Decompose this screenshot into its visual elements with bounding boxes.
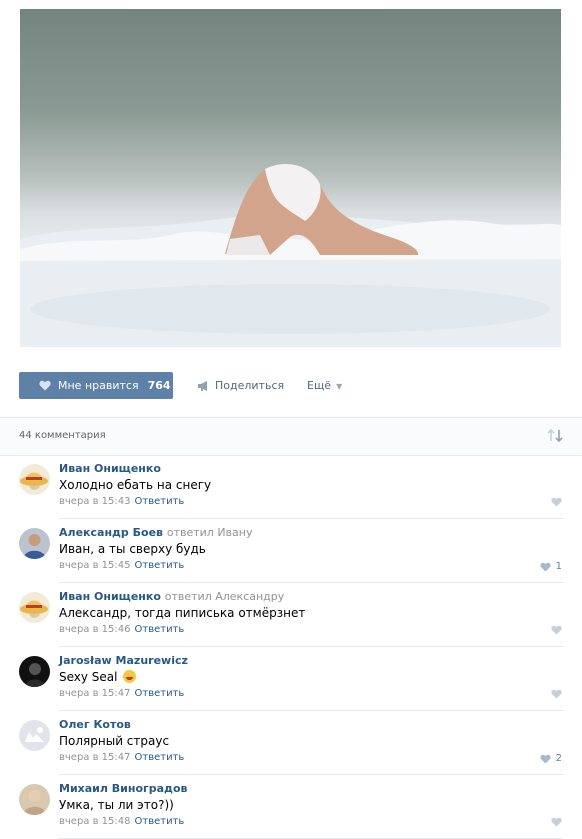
comment-like-button[interactable]: 1 — [540, 561, 562, 572]
megaphone-icon — [198, 380, 207, 391]
default-camera-avatar-icon — [19, 720, 50, 751]
reply-link[interactable]: Ответить — [135, 688, 185, 699]
person-avatar-icon — [19, 528, 50, 559]
like-label: Мне нравится — [58, 379, 139, 392]
share-label: Поделиться — [215, 379, 285, 392]
reply-link[interactable]: Ответить — [135, 560, 185, 571]
comment-like-button[interactable]: 2 — [540, 753, 562, 764]
straw-hat-avatar-icon — [19, 592, 50, 623]
comment-author[interactable]: Иван Онищенко — [59, 462, 161, 475]
comment-time[interactable]: вчера в 15:47 — [59, 688, 131, 699]
avatar[interactable] — [19, 464, 50, 495]
author-name[interactable]: Александр Боев — [59, 526, 163, 539]
avatar[interactable] — [19, 656, 50, 687]
comment-text-body: Sexy Seal — [59, 670, 118, 684]
comment-meta: вчера в 15:47 Ответить — [59, 688, 184, 699]
reply-link[interactable]: Ответить — [135, 624, 185, 635]
heart-icon — [39, 380, 51, 391]
heart-icon — [551, 817, 562, 827]
reply-link[interactable]: Ответить — [135, 496, 185, 507]
heart-icon — [551, 689, 562, 699]
avatar[interactable] — [19, 784, 50, 815]
chevron-down-icon: ▼ — [336, 382, 343, 391]
author-name[interactable]: Михаил Виноградов — [59, 782, 187, 795]
comment-author[interactable]: Олег Котов — [59, 718, 131, 731]
more-label: Ещё — [307, 379, 332, 392]
comment-author[interactable]: Jarosław Mazurewicz — [59, 654, 188, 667]
comment-like-button[interactable] — [551, 497, 562, 507]
comment-time[interactable]: вчера в 15:46 — [59, 624, 131, 635]
comment-like-button[interactable] — [551, 689, 562, 699]
comment-meta: вчера в 15:47 Ответить — [59, 752, 184, 763]
comment-item: Олег Котов Полярный страус вчера в 15:47… — [0, 711, 582, 775]
comments-header: 44 комментария — [0, 417, 582, 456]
comment-text: Иван, а ты сверху будь — [59, 542, 206, 556]
share-button[interactable]: Поделиться — [198, 379, 284, 392]
grinning-emoji-icon — [123, 670, 137, 683]
heart-icon — [540, 754, 551, 764]
sort-icon[interactable] — [547, 429, 564, 443]
snow-scene-image — [20, 164, 561, 347]
comment-item: Михаил Виноградов Умка, ты ли это?)) вче… — [0, 775, 582, 839]
comment-author[interactable]: Иван Онищенко ответил Александру — [59, 590, 284, 603]
author-name[interactable]: Jarosław Mazurewicz — [59, 654, 188, 667]
comment-author[interactable]: Александр Боев ответил Ивану — [59, 526, 252, 539]
reply-link[interactable]: Ответить — [135, 816, 185, 827]
straw-hat-avatar-icon — [19, 464, 50, 495]
like-button[interactable]: Мне нравится 764 — [19, 372, 173, 399]
comment-item: Иван Онищенко ответил Александру Алексан… — [0, 583, 582, 647]
avatar[interactable] — [19, 528, 50, 559]
replied-to[interactable]: ответил Ивану — [167, 526, 253, 539]
comment-time[interactable]: вчера в 15:43 — [59, 496, 131, 507]
comment-text: Александр, тогда пиписька отмёрзнет — [59, 606, 306, 620]
heart-icon — [551, 497, 562, 507]
comment-like-button[interactable] — [551, 817, 562, 827]
comment-text: Sexy Seal — [59, 670, 137, 684]
post-photo[interactable] — [20, 9, 561, 347]
dark-portrait-avatar-icon — [19, 656, 50, 687]
comment-author[interactable]: Михаил Виноградов — [59, 782, 187, 795]
comments-count: 44 комментария — [19, 430, 106, 441]
comment-like-button[interactable] — [551, 625, 562, 635]
comment-text: Холодно ебать на снегу — [59, 478, 212, 492]
comment-like-count: 1 — [555, 561, 562, 572]
author-name[interactable]: Олег Котов — [59, 718, 131, 731]
reply-link[interactable]: Ответить — [135, 752, 185, 763]
post-actions: Мне нравится 764 Поделиться Ещё ▼ — [0, 372, 582, 400]
comment-like-count: 2 — [555, 753, 562, 764]
comment-item: Иван Онищенко Холодно ебать на снегу вче… — [0, 455, 582, 519]
author-name[interactable]: Иван Онищенко — [59, 462, 161, 475]
comment-time[interactable]: вчера в 15:47 — [59, 752, 131, 763]
avatar[interactable] — [19, 592, 50, 623]
comment-meta: вчера в 15:46 Ответить — [59, 624, 184, 635]
more-button[interactable]: Ещё ▼ — [307, 379, 342, 392]
comment-meta: вчера в 15:43 Ответить — [59, 496, 184, 507]
like-count: 764 — [147, 379, 171, 392]
heart-icon — [551, 625, 562, 635]
author-name[interactable]: Иван Онищенко — [59, 590, 161, 603]
comment-meta: вчера в 15:45 Ответить — [59, 560, 184, 571]
comment-text: Умка, ты ли это?)) — [59, 798, 174, 812]
comment-time[interactable]: вчера в 15:48 — [59, 816, 131, 827]
comment-meta: вчера в 15:48 Ответить — [59, 816, 184, 827]
avatar[interactable] — [19, 720, 50, 751]
comment-time[interactable]: вчера в 15:45 — [59, 560, 131, 571]
comment-text: Полярный страус — [59, 734, 170, 748]
heart-icon — [540, 562, 551, 572]
comment-item: Александр Боев ответил Ивану Иван, а ты … — [0, 519, 582, 583]
person-avatar-icon — [19, 784, 50, 815]
replied-to[interactable]: ответил Александру — [165, 590, 285, 603]
comment-item: Jarosław Mazurewicz Sexy Seal вчера в 15… — [0, 647, 582, 711]
